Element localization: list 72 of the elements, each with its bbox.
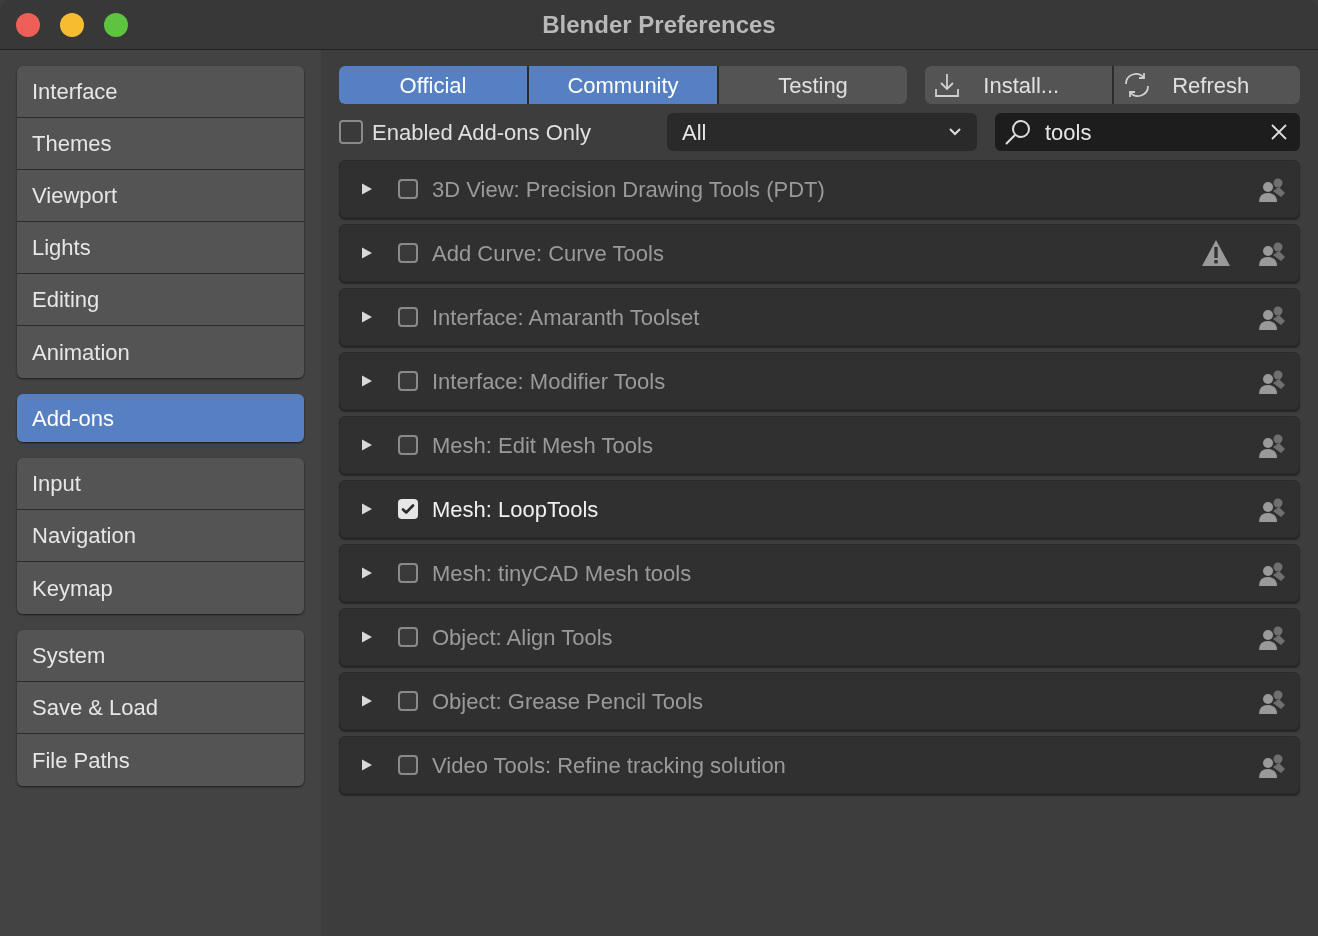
sidebar-item[interactable]: Animation — [17, 326, 304, 378]
sidebar-item[interactable]: Navigation — [17, 510, 304, 562]
zoom-window-button[interactable] — [104, 12, 128, 37]
addon-row[interactable]: Interface: Amaranth Toolset — [339, 288, 1300, 346]
addon-name: Mesh: tinyCAD Mesh tools — [432, 559, 693, 588]
addon-name: Mesh: Edit Mesh Tools — [432, 431, 654, 460]
checkbox[interactable] — [398, 243, 418, 263]
warning-icon — [1201, 239, 1231, 267]
checkbox[interactable] — [398, 179, 418, 199]
minimize-window-button[interactable] — [60, 12, 84, 37]
expand-arrow-icon[interactable] — [360, 566, 374, 580]
addon-row[interactable]: Object: Grease Pencil Tools — [339, 672, 1300, 730]
expand-arrow-icon[interactable] — [360, 374, 374, 388]
sidebar-item[interactable]: System — [17, 630, 304, 682]
expand-arrow-icon[interactable] — [360, 758, 374, 772]
sidebar-item[interactable]: Themes — [17, 118, 304, 170]
checkbox[interactable] — [398, 371, 418, 391]
checkbox[interactable] — [339, 120, 363, 144]
checkbox[interactable] — [398, 563, 418, 583]
checkbox[interactable] — [398, 499, 418, 519]
checkbox[interactable] — [398, 755, 418, 775]
sidebar-item[interactable]: Editing — [17, 274, 304, 326]
addon-name: 3D View: Precision Drawing Tools (PDT) — [432, 175, 826, 204]
category-dropdown[interactable]: All — [667, 113, 977, 151]
sidebar-item[interactable]: Save & Load — [17, 682, 304, 734]
checkbox-label: Enabled Add-ons Only — [372, 118, 591, 147]
window-title: Blender Preferences — [542, 10, 776, 40]
toolbar-button[interactable]: Refresh — [1113, 66, 1300, 104]
expand-arrow-icon[interactable] — [360, 182, 374, 196]
search-icon — [1003, 118, 1033, 146]
sidebar-item[interactable]: Input — [17, 458, 304, 510]
checkbox[interactable] — [398, 307, 418, 327]
download-icon — [933, 71, 961, 99]
addon-name: Interface: Modifier Tools — [432, 367, 667, 396]
tab[interactable]: Testing — [719, 66, 907, 104]
addon-name: Object: Align Tools — [432, 623, 614, 652]
expand-arrow-icon[interactable] — [360, 630, 374, 644]
addon-row[interactable]: Mesh: tinyCAD Mesh tools — [339, 544, 1300, 602]
addon-row[interactable]: Mesh: LoopTools — [339, 480, 1300, 538]
toolbar-button[interactable]: Install... — [925, 66, 1112, 104]
sidebar-item[interactable]: Interface — [17, 66, 304, 118]
close-window-button[interactable] — [16, 12, 40, 37]
addon-name: Video Tools: Refine tracking solution — [432, 751, 787, 780]
addon-name: Interface: Amaranth Toolset — [432, 303, 701, 332]
expand-arrow-icon[interactable] — [360, 694, 374, 708]
chevron-down-icon — [948, 127, 962, 137]
addon-name: Add Curve: Curve Tools — [432, 239, 665, 268]
checkbox[interactable] — [398, 627, 418, 647]
sidebar-item[interactable]: Keymap — [17, 562, 304, 614]
addon-row[interactable]: Video Tools: Refine tracking solution — [339, 736, 1300, 794]
addon-row[interactable]: Interface: Modifier Tools — [339, 352, 1300, 410]
checkmark-icon — [401, 502, 415, 516]
expand-arrow-icon[interactable] — [360, 310, 374, 324]
addon-name: Mesh: LoopTools — [432, 495, 600, 524]
clear-icon[interactable] — [1270, 123, 1288, 141]
tab[interactable]: Official — [339, 66, 527, 104]
sidebar-item[interactable]: Viewport — [17, 170, 304, 222]
addon-name: Object: Grease Pencil Tools — [432, 687, 705, 716]
sidebar-item[interactable]: File Paths — [17, 734, 304, 786]
addon-row[interactable]: Add Curve: Curve Tools — [339, 224, 1300, 282]
expand-arrow-icon[interactable] — [360, 246, 374, 260]
addon-row[interactable]: Mesh: Edit Mesh Tools — [339, 416, 1300, 474]
addon-row[interactable]: Object: Align Tools — [339, 608, 1300, 666]
sidebar-item[interactable]: Add-ons — [17, 394, 304, 442]
search-field[interactable]: tools — [995, 113, 1300, 151]
tab[interactable]: Community — [529, 66, 717, 104]
addon-row[interactable]: 3D View: Precision Drawing Tools (PDT) — [339, 160, 1300, 218]
expand-arrow-icon[interactable] — [360, 502, 374, 516]
checkbox[interactable] — [398, 435, 418, 455]
sidebar-item[interactable]: Lights — [17, 222, 304, 274]
expand-arrow-icon[interactable] — [360, 438, 374, 452]
checkbox[interactable] — [398, 691, 418, 711]
